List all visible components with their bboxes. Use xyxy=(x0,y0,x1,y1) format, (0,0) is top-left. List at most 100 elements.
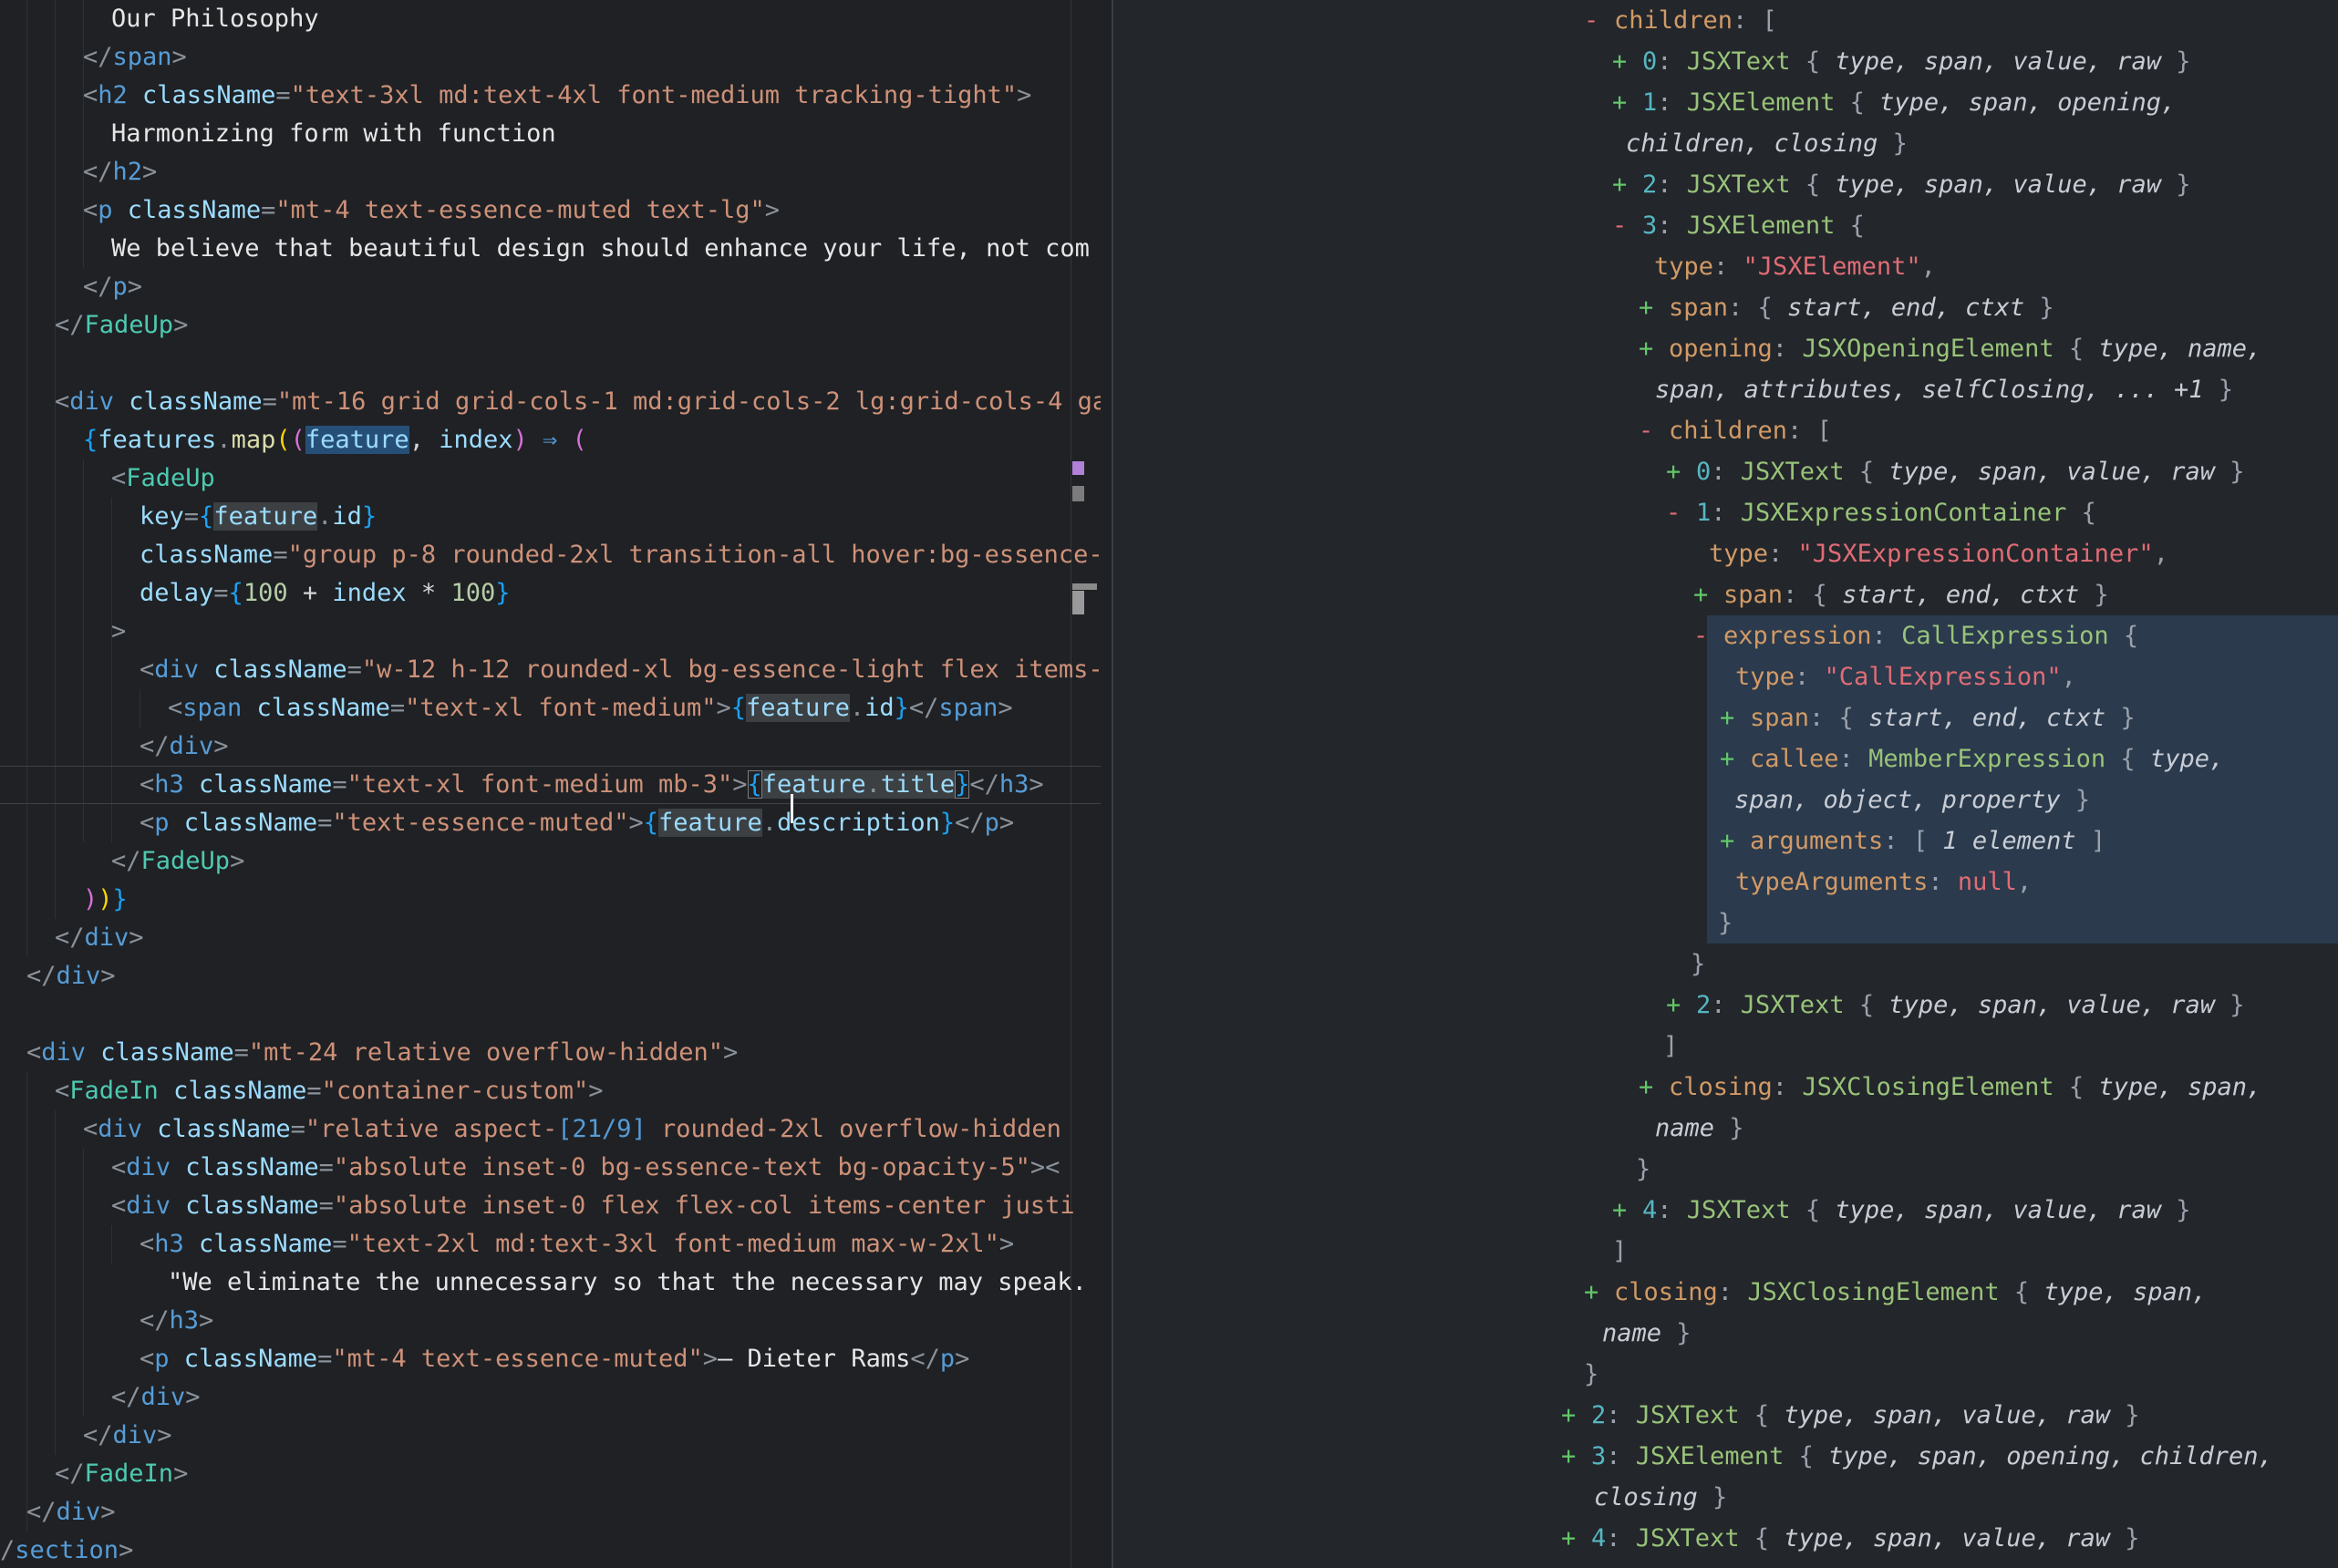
code-line[interactable]: ))} xyxy=(0,881,1101,919)
tree-expand-icon[interactable]: + xyxy=(1720,738,1750,779)
ast-line[interactable]: +4: JSXText { type, span, value, raw } xyxy=(1113,1190,2338,1231)
tree-expand-icon[interactable]: + xyxy=(1666,985,1696,1026)
code-line[interactable]: <p className="mt-4 text-essence-muted te… xyxy=(0,191,1101,230)
code-line[interactable]: </div> xyxy=(0,727,1101,766)
tree-collapse-icon[interactable]: - xyxy=(1639,410,1669,451)
code-line[interactable]: <p className="text-essence-muted">{featu… xyxy=(0,804,1101,842)
ast-line[interactable]: +callee: MemberExpression { type, xyxy=(1113,738,2338,779)
tree-collapse-icon[interactable]: - xyxy=(1612,205,1642,246)
ast-line[interactable]: +closing: JSXClosingElement { type, span… xyxy=(1113,1067,2338,1108)
ast-line[interactable]: closing } xyxy=(1113,1477,2338,1518)
ast-line[interactable]: typeArguments: null, xyxy=(1113,861,2338,903)
ast-line[interactable]: } xyxy=(1113,944,2338,985)
tree-expand-icon[interactable]: + xyxy=(1612,82,1642,123)
ast-line[interactable]: type: "JSXElement", xyxy=(1113,246,2338,287)
tree-expand-icon[interactable]: + xyxy=(1720,820,1750,861)
tree-collapse-icon[interactable]: - xyxy=(1693,615,1723,656)
ast-line[interactable]: ] xyxy=(1113,1026,2338,1067)
code-line[interactable]: className="group p-8 rounded-2xl transit… xyxy=(0,536,1101,574)
code-line[interactable]: </FadeUp> xyxy=(0,306,1101,345)
ast-line[interactable]: +span: { start, end, ctxt } xyxy=(1113,287,2338,328)
ast-line[interactable]: name } xyxy=(1113,1108,2338,1149)
ast-line[interactable]: ] xyxy=(1113,1231,2338,1272)
tree-expand-icon[interactable]: + xyxy=(1639,1067,1669,1108)
ast-line[interactable]: +closing: JSXClosingElement { type, span… xyxy=(1113,1272,2338,1313)
tree-expand-icon[interactable]: + xyxy=(1639,328,1669,369)
code-line[interactable]: <h3 className="text-xl font-medium mb-3"… xyxy=(0,766,1101,804)
code-line[interactable]: Our Philosophy xyxy=(0,0,1101,38)
ast-line[interactable]: -expression: CallExpression { xyxy=(1113,615,2338,656)
code-line[interactable]: </h2> xyxy=(0,153,1101,191)
code-line[interactable]: </FadeIn> xyxy=(0,1455,1101,1493)
tree-expand-icon[interactable]: + xyxy=(1561,1518,1591,1559)
tree-expand-icon[interactable]: + xyxy=(1612,164,1642,205)
ast-tree-panel[interactable]: -children: [+0: JSXText { type, span, va… xyxy=(1113,0,2338,1568)
ast-line[interactable]: +2: JSXText { type, span, value, raw } xyxy=(1113,985,2338,1026)
ast-line[interactable]: -1: JSXExpressionContainer { xyxy=(1113,492,2338,533)
code-line[interactable]: </FadeUp> xyxy=(0,842,1101,881)
tree-collapse-icon[interactable]: - xyxy=(1584,0,1614,41)
code-line[interactable]: <div className="w-12 h-12 rounded-xl bg-… xyxy=(0,651,1101,689)
ast-line[interactable]: type: "CallExpression", xyxy=(1113,656,2338,697)
code-line[interactable]: </p> xyxy=(0,268,1101,306)
code-line[interactable]: <div className="absolute inset-0 flex fl… xyxy=(0,1187,1101,1225)
code-line[interactable]: <div className="absolute inset-0 bg-esse… xyxy=(0,1149,1101,1187)
ast-line[interactable]: +2: JSXText { type, span, value, raw } xyxy=(1113,164,2338,205)
code-editor[interactable]: Our Philosophy</span><h2 className="text… xyxy=(0,0,1101,1568)
code-line[interactable]: Harmonizing form with function xyxy=(0,115,1101,153)
ast-line[interactable]: -3: JSXElement { xyxy=(1113,205,2338,246)
tree-expand-icon[interactable]: + xyxy=(1666,451,1696,492)
ast-line[interactable]: +3: JSXElement { type, span, opening, ch… xyxy=(1113,1436,2338,1477)
tree-collapse-icon[interactable]: - xyxy=(1666,492,1696,533)
code-line[interactable]: <span className="text-xl font-medium">{f… xyxy=(0,689,1101,727)
code-line[interactable]: <div className="mt-16 grid grid-cols-1 m… xyxy=(0,383,1101,421)
code-line[interactable]: <div className="mt-24 relative overflow-… xyxy=(0,1034,1101,1072)
code-line[interactable]: <h3 className="text-2xl md:text-3xl font… xyxy=(0,1225,1101,1264)
tree-expand-icon[interactable]: + xyxy=(1693,574,1723,615)
ast-line[interactable]: -children: [ xyxy=(1113,0,2338,41)
code-line[interactable]: <h2 className="text-3xl md:text-4xl font… xyxy=(0,77,1101,115)
ast-line[interactable]: name } xyxy=(1113,1313,2338,1354)
ast-line[interactable]: } xyxy=(1113,1149,2338,1190)
ast-line[interactable]: span, attributes, selfClosing, ... +1 } xyxy=(1113,369,2338,410)
code-line[interactable]: {features.map((feature, index) ⇒ ( xyxy=(0,421,1101,459)
ast-line[interactable]: children, closing } xyxy=(1113,123,2338,164)
code-line[interactable]: </div> xyxy=(0,957,1101,995)
code-line[interactable]: </span> xyxy=(0,38,1101,77)
code-line[interactable]: <p className="mt-4 text-essence-muted">—… xyxy=(0,1340,1101,1378)
ast-line[interactable]: +arguments: [ 1 element ] xyxy=(1113,820,2338,861)
tree-expand-icon[interactable]: + xyxy=(1612,1190,1642,1231)
code-line[interactable]: </div> xyxy=(0,1417,1101,1455)
tree-expand-icon[interactable]: + xyxy=(1612,41,1642,82)
code-line[interactable]: </div> xyxy=(0,1493,1101,1532)
tree-expand-icon[interactable]: + xyxy=(1561,1395,1591,1436)
ast-line[interactable]: type: "JSXExpressionContainer", xyxy=(1113,533,2338,574)
ast-line[interactable]: +0: JSXText { type, span, value, raw } xyxy=(1113,451,2338,492)
ast-line[interactable]: +span: { start, end, ctxt } xyxy=(1113,697,2338,738)
ast-line[interactable]: +0: JSXText { type, span, value, raw } xyxy=(1113,41,2338,82)
code-line[interactable]: /section> xyxy=(0,1532,1101,1568)
code-line[interactable]: We believe that beautiful design should … xyxy=(0,230,1101,268)
tree-expand-icon[interactable]: + xyxy=(1639,287,1669,328)
code-line[interactable]: </div> xyxy=(0,1378,1101,1417)
tree-expand-icon[interactable]: + xyxy=(1561,1436,1591,1477)
code-line[interactable]: <FadeIn className="container-custom"> xyxy=(0,1072,1101,1110)
ast-line[interactable]: -children: [ xyxy=(1113,410,2338,451)
code-line[interactable]: delay={100 + index * 100} xyxy=(0,574,1101,613)
ast-line[interactable]: +1: JSXElement { type, span, opening, xyxy=(1113,82,2338,123)
code-line[interactable]: <div className="relative aspect-[21/9] r… xyxy=(0,1110,1101,1149)
code-line[interactable]: key={feature.id} xyxy=(0,498,1101,536)
code-line[interactable]: "We eliminate the unnecessary so that th… xyxy=(0,1264,1101,1302)
code-line[interactable]: </h3> xyxy=(0,1302,1101,1340)
code-line[interactable]: <FadeUp xyxy=(0,459,1101,498)
code-line[interactable]: </div> xyxy=(0,919,1101,957)
ast-line[interactable]: +opening: JSXOpeningElement { type, name… xyxy=(1113,328,2338,369)
tree-expand-icon[interactable]: + xyxy=(1720,697,1750,738)
ast-line[interactable]: +2: JSXText { type, span, value, raw } xyxy=(1113,1395,2338,1436)
code-line[interactable] xyxy=(0,995,1101,1034)
ast-line[interactable]: } xyxy=(1113,903,2338,944)
code-line[interactable] xyxy=(0,345,1101,383)
ast-line[interactable]: +span: { start, end, ctxt } xyxy=(1113,574,2338,615)
tree-expand-icon[interactable]: + xyxy=(1584,1272,1614,1313)
ast-line[interactable]: +4: JSXText { type, span, value, raw } xyxy=(1113,1518,2338,1559)
